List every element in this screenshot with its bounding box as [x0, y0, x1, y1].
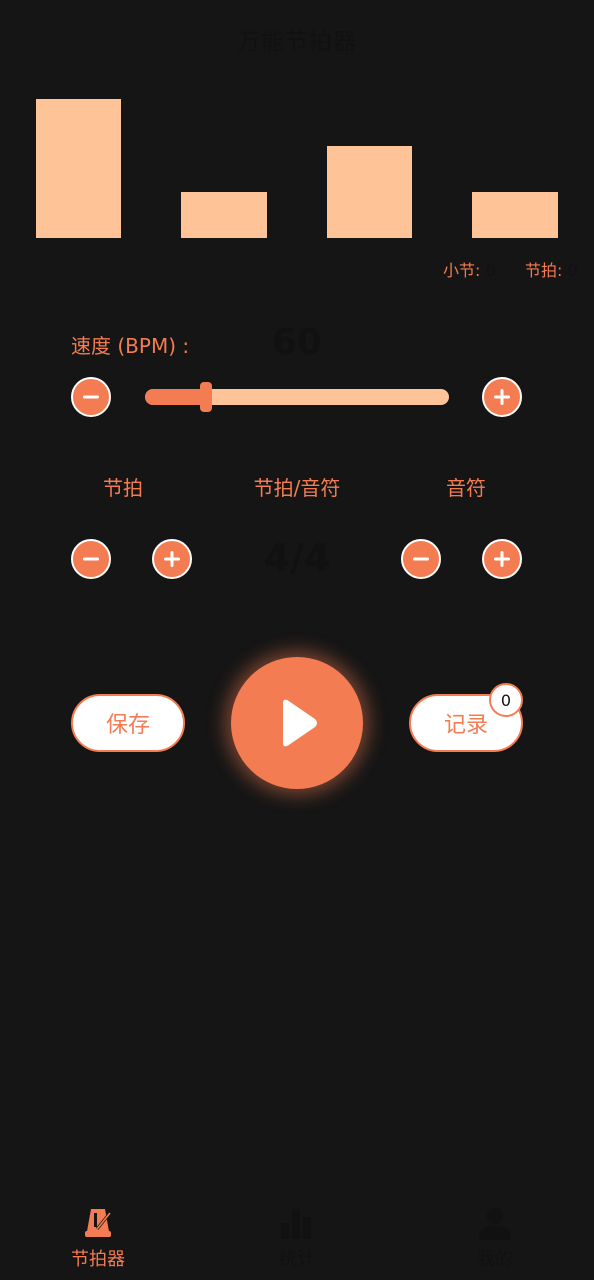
beat-bar-2 — [181, 192, 267, 238]
bar-chart-icon — [281, 1209, 311, 1239]
tab-label-metronome: 节拍器 — [71, 1249, 125, 1270]
tempo-slider-track[interactable] — [145, 389, 449, 405]
tab-label-statistics: 统计 — [279, 1249, 315, 1270]
measure-value: 0 — [485, 261, 496, 280]
beat-label: 节拍: — [525, 261, 563, 280]
plus-icon — [164, 551, 180, 567]
page-title: 万能节拍器 — [237, 29, 357, 55]
tempo-decrease-button[interactable] — [71, 377, 111, 417]
beat-counter: 节拍: 0 — [525, 257, 578, 281]
beats-decrease-button[interactable] — [71, 539, 111, 579]
beats-label: 节拍 — [103, 476, 143, 500]
beat-bar-4 — [472, 192, 558, 238]
note-decrease-button[interactable] — [401, 539, 441, 579]
time-signature-value: 4/4 — [263, 536, 331, 580]
minus-icon — [83, 557, 99, 561]
tab-profile[interactable]: 我的 — [435, 1205, 555, 1271]
beat-value: 0 — [567, 261, 578, 280]
tab-statistics[interactable]: 统计 — [237, 1205, 357, 1271]
record-count-badge: 0 — [489, 683, 523, 717]
tempo-value: 60 — [271, 322, 323, 363]
user-icon — [479, 1208, 511, 1240]
play-icon — [283, 699, 317, 747]
play-button[interactable] — [231, 657, 363, 789]
tab-label-profile: 我的 — [477, 1249, 513, 1270]
note-label: 音符 — [446, 476, 486, 500]
plus-icon — [494, 551, 510, 567]
time-signature-label: 节拍/音符 — [253, 476, 341, 500]
plus-icon — [494, 389, 510, 405]
tempo-label: 速度 (BPM) : — [71, 334, 190, 358]
minus-icon — [83, 395, 99, 399]
measure-label: 小节: — [443, 261, 481, 280]
beat-bar-3 — [327, 146, 412, 238]
metronome-icon — [85, 1209, 112, 1237]
tempo-slider-fill — [145, 389, 206, 405]
measure-counter: 小节: 0 — [443, 257, 496, 281]
tempo-slider-thumb[interactable] — [200, 382, 212, 412]
tab-metronome[interactable]: 节拍器 — [38, 1205, 158, 1271]
save-button[interactable]: 保存 — [71, 694, 185, 752]
beat-bar-1 — [36, 99, 121, 238]
beats-increase-button[interactable] — [152, 539, 192, 579]
note-increase-button[interactable] — [482, 539, 522, 579]
tempo-increase-button[interactable] — [482, 377, 522, 417]
minus-icon — [413, 557, 429, 561]
metronome-screen: 万能节拍器 小节: 0 节拍: 0 速度 (BPM) : 60 节拍 节拍/音符… — [0, 0, 594, 1280]
